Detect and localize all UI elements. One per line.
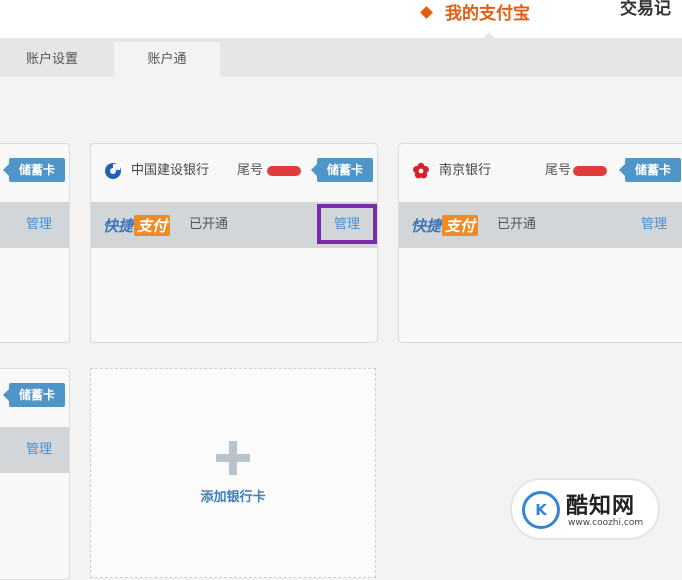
- card-quickpay-band: 管理: [0, 427, 69, 473]
- sub-tabs: 账户设置 账户通: [0, 38, 682, 77]
- bank-name: 南京银行: [439, 163, 492, 178]
- manage-highlight-annotation: [317, 204, 377, 244]
- card-tail-label: 尾号: [545, 163, 572, 178]
- quickpay-status: 已开通: [189, 217, 229, 232]
- debit-card-badge: 储蓄卡: [311, 158, 373, 182]
- tab-account-link[interactable]: 账户通: [114, 42, 220, 77]
- quickpay-status: 已开通: [497, 217, 537, 232]
- bank-name: 中国建设银行: [131, 163, 210, 178]
- card-header: 储蓄卡: [0, 369, 69, 425]
- card-header: 中国建设银行 尾号 储蓄卡: [91, 144, 377, 200]
- add-bank-card-label: 添加银行卡: [200, 490, 266, 505]
- card-number-mask: [267, 166, 301, 176]
- watermark-url: www.coozhi.com: [568, 518, 644, 528]
- card-header: 南京银行 尾号 储蓄卡: [399, 144, 682, 200]
- manage-link[interactable]: 管理: [641, 216, 667, 234]
- quickpay-logo-icon: 快捷 支付: [103, 214, 171, 236]
- card-number-mask: [573, 166, 607, 176]
- coozhi-logo-icon: K: [522, 491, 560, 529]
- card-quickpay-band: 快捷 支付 已开通 管理: [399, 202, 682, 248]
- manage-link[interactable]: 管理: [26, 441, 52, 459]
- watermark-name: 酷知网: [566, 494, 636, 519]
- quickpay-logo-icon: 快捷 支付: [411, 214, 479, 236]
- diamond-icon: [420, 5, 433, 19]
- card-tail-label: 尾号: [237, 163, 264, 178]
- bank-card-nanjing: 南京银行 尾号 储蓄卡 快捷 支付 已开通 管理: [398, 143, 682, 343]
- nanjing-bank-logo-icon: [413, 162, 429, 179]
- nav-transactions[interactable]: 交易记: [620, 0, 671, 22]
- nav-my-alipay[interactable]: 我的支付宝: [420, 0, 530, 24]
- bank-card-partial-2: 储蓄卡 管理: [0, 368, 70, 580]
- nav-my-alipay-label: 我的支付宝: [445, 3, 530, 24]
- coozhi-watermark: K 酷知网 www.coozhi.com: [510, 478, 660, 540]
- card-quickpay-band: 管理: [0, 202, 69, 248]
- add-bank-card-button[interactable]: 添加银行卡: [90, 368, 376, 578]
- bank-card-partial-1: 储蓄卡 管理: [0, 143, 70, 343]
- manage-link[interactable]: 管理: [26, 216, 52, 234]
- debit-card-badge: 储蓄卡: [3, 158, 65, 182]
- card-header: 储蓄卡: [0, 144, 69, 200]
- tab-account-settings[interactable]: 账户设置: [0, 42, 104, 77]
- plus-icon-bar: [216, 454, 250, 462]
- ccb-logo-icon: [105, 163, 121, 179]
- debit-card-badge: 储蓄卡: [619, 158, 681, 182]
- top-nav: 我的支付宝 交易记: [0, 0, 682, 38]
- debit-card-badge: 储蓄卡: [3, 383, 65, 407]
